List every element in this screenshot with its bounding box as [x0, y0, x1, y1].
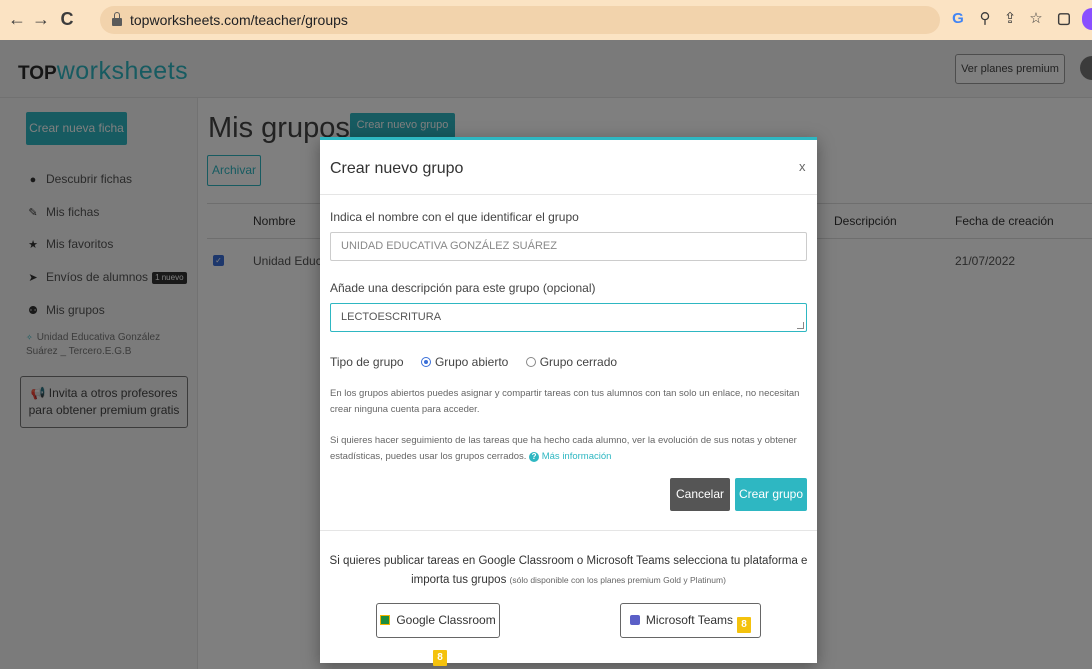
- group-description-input[interactable]: LECTOESCRITURA: [330, 303, 807, 332]
- bookmark-star-icon[interactable]: ☆: [1026, 9, 1046, 29]
- zoom-icon[interactable]: ⚲: [975, 9, 995, 29]
- import-info: Si quieres publicar tareas en Google Cla…: [329, 555, 808, 586]
- url-text: topworksheets.com/teacher/groups: [130, 12, 348, 28]
- cancel-button[interactable]: Cancelar: [670, 478, 730, 511]
- more-info-link[interactable]: Más información: [542, 451, 612, 462]
- create-group-submit-button[interactable]: Crear grupo: [735, 478, 807, 511]
- browser-toolbar: ← → C topworksheets.com/teacher/groups G…: [0, 0, 1092, 40]
- profile-icon[interactable]: [1082, 8, 1092, 30]
- lock-icon: [112, 12, 122, 26]
- dialog-title: Crear nuevo grupo: [330, 160, 464, 177]
- option-open-label[interactable]: Grupo abierto: [435, 355, 508, 369]
- group-description-label: Añade una descripción para este grupo (o…: [330, 281, 596, 295]
- premium-medal-icon: 8: [737, 617, 752, 633]
- address-bar[interactable]: topworksheets.com/teacher/groups: [100, 6, 940, 34]
- google-classroom-button[interactable]: Google Classroom8: [376, 603, 500, 666]
- create-group-dialog: Crear nuevo grupo x Indica el nombre con…: [320, 137, 817, 666]
- close-icon[interactable]: x: [799, 159, 806, 174]
- google-classroom-icon: [380, 615, 391, 625]
- radio-open[interactable]: [420, 357, 431, 367]
- microsoft-teams-icon: [629, 615, 640, 625]
- reload-icon[interactable]: C: [56, 8, 78, 30]
- forward-icon[interactable]: →: [30, 8, 52, 30]
- back-icon[interactable]: ←: [6, 8, 28, 30]
- option-closed-label[interactable]: Grupo cerrado: [540, 355, 617, 369]
- share-icon[interactable]: ⇪: [1000, 9, 1020, 29]
- group-type-selector: Tipo de grupo Grupo abierto Grupo cerrad…: [330, 355, 617, 369]
- help-open-groups: En los grupos abiertos puedes asignar y …: [330, 388, 800, 415]
- divider: [320, 194, 817, 195]
- google-icon[interactable]: G: [948, 9, 968, 29]
- microsoft-teams-button[interactable]: Microsoft Teams 8: [620, 603, 761, 638]
- group-name-label: Indica el nombre con el que identificar …: [330, 210, 579, 224]
- group-name-input[interactable]: UNIDAD EDUCATIVA GONZÁLEZ SUÁREZ: [330, 232, 807, 261]
- group-type-label: Tipo de grupo: [330, 355, 404, 369]
- divider: [320, 530, 817, 531]
- resize-handle-icon[interactable]: [797, 322, 804, 329]
- help-closed-groups: Si quieres hacer seguimiento de las tare…: [330, 435, 797, 462]
- info-icon[interactable]: ?: [529, 452, 540, 462]
- radio-closed[interactable]: [525, 357, 536, 367]
- sidepanel-icon[interactable]: ▢: [1054, 9, 1074, 29]
- premium-medal-icon: 8: [433, 650, 447, 666]
